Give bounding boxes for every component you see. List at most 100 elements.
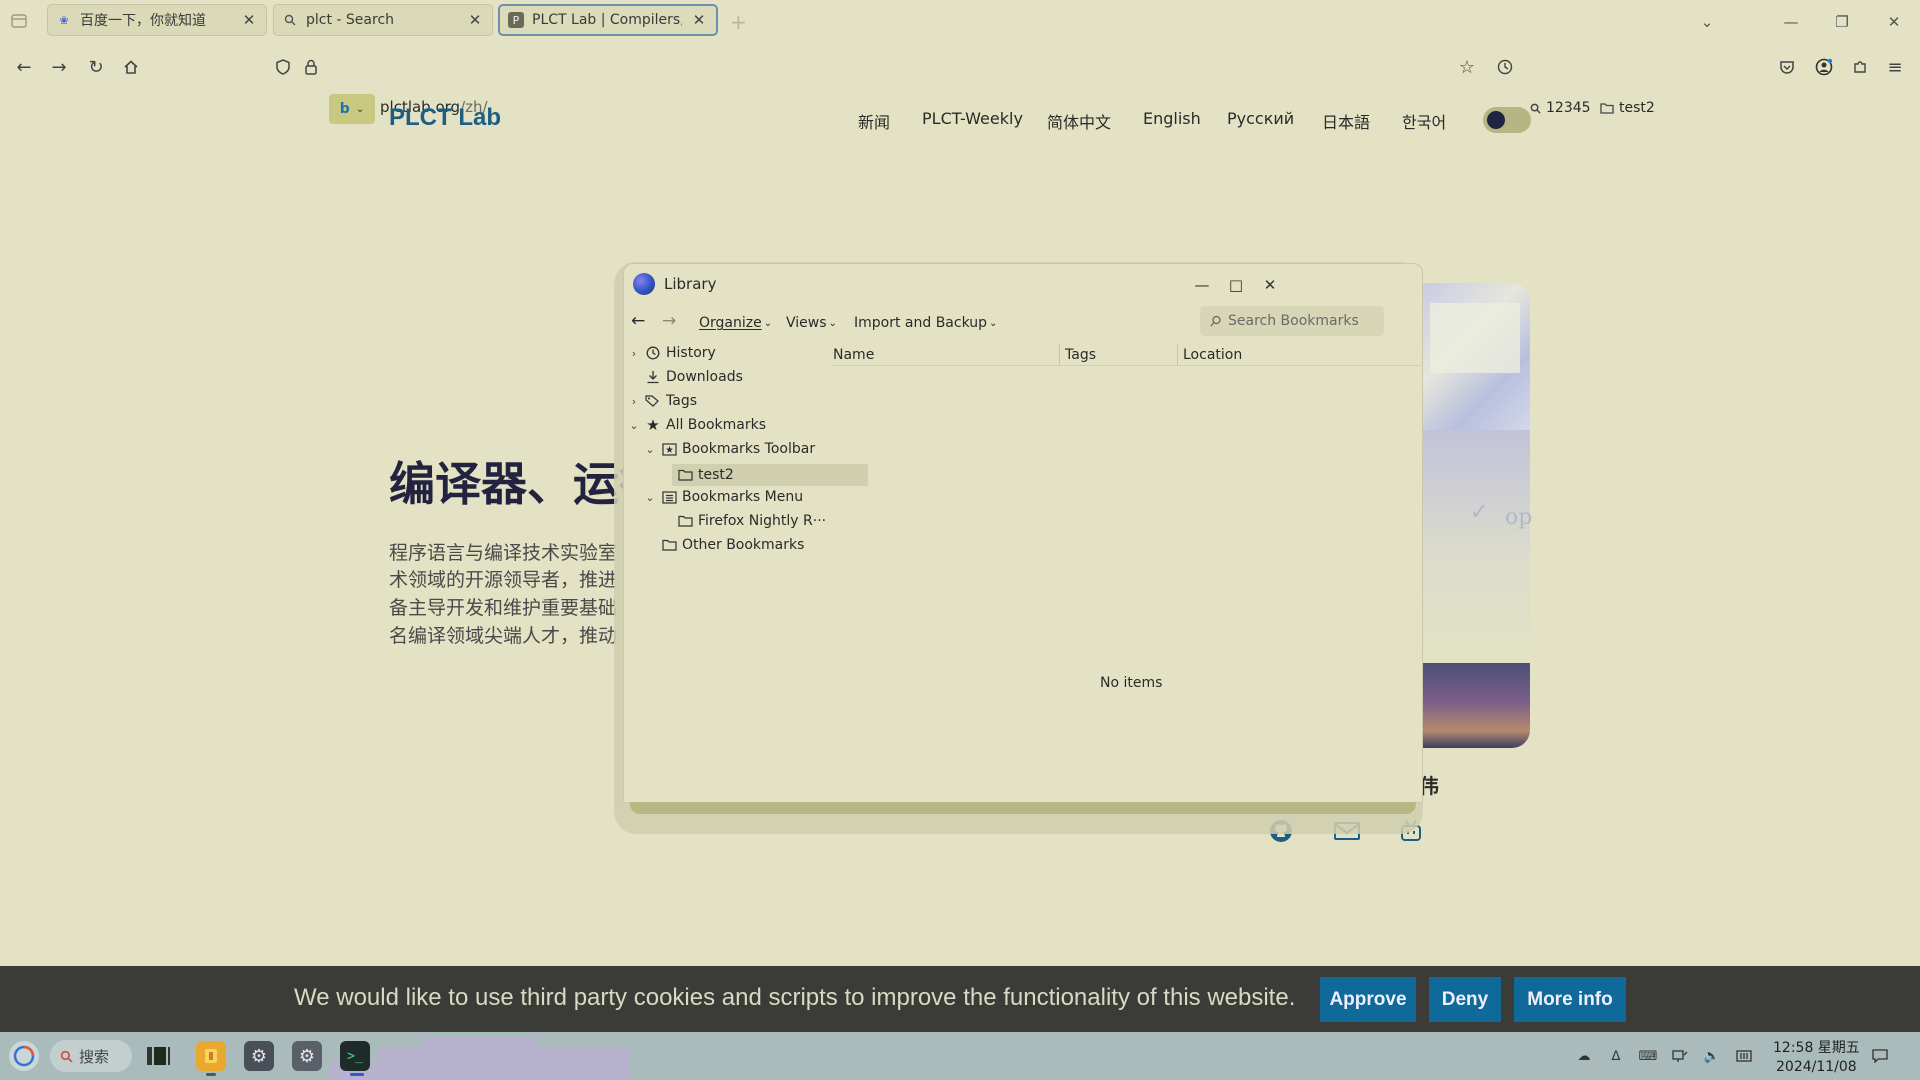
multitask-view-icon[interactable]: [143, 1041, 173, 1071]
plct-icon: P: [508, 12, 524, 28]
clock-date[interactable]: 2024/11/08: [1776, 1059, 1857, 1075]
toolbar-search-bookmark[interactable]: 12345: [1530, 100, 1591, 116]
taskbar-search[interactable]: 搜索: [50, 1040, 132, 1072]
search-icon: [1530, 103, 1541, 114]
search-engine-selector[interactable]: b ⌄: [329, 94, 375, 124]
hero-image-top: [1420, 283, 1530, 430]
tracking-shield-icon[interactable]: [268, 52, 298, 82]
battery-icon[interactable]: [1734, 1047, 1754, 1065]
hero-text-line: 程序语言与编译技术实验室: [389, 542, 618, 564]
forward-icon[interactable]: →: [44, 52, 74, 82]
tree-item-test2[interactable]: test2: [660, 464, 734, 486]
bookmark-star-icon[interactable]: ☆: [1452, 52, 1482, 82]
nav-lang-ko[interactable]: 한국어: [1402, 109, 1446, 133]
notification-icon[interactable]: [1870, 1047, 1890, 1065]
tree-label: Firefox Nightly R···: [698, 513, 827, 529]
tree-item-tags[interactable]: › Tags: [628, 390, 697, 412]
deny-button[interactable]: Deny: [1429, 977, 1501, 1022]
tree-item-history[interactable]: › History: [628, 342, 716, 364]
column-separator[interactable]: [1177, 344, 1178, 366]
volume-icon[interactable]: 🔈: [1702, 1047, 1722, 1065]
keyboard-icon[interactable]: ⌨: [1638, 1047, 1658, 1065]
input-method-icon[interactable]: ᐃ: [1606, 1047, 1626, 1065]
chevron-down-icon[interactable]: ⌄: [628, 419, 640, 432]
column-separator[interactable]: [1059, 344, 1060, 366]
nav-lang-en[interactable]: English: [1143, 109, 1201, 128]
cloud-icon[interactable]: ☁: [1574, 1047, 1594, 1065]
minimize-icon[interactable]: —: [1191, 274, 1213, 296]
paw-icon: ❀: [59, 13, 69, 27]
tab-baidu[interactable]: ❀ 百度一下，你就知道 ✕: [47, 4, 267, 36]
more-info-button[interactable]: More info: [1514, 977, 1626, 1022]
organize-menu[interactable]: Organize ⌄: [699, 315, 772, 331]
column-header-location[interactable]: Location: [1179, 344, 1419, 366]
tab-plct-lab[interactable]: P PLCT Lab | Compilers, Run ✕: [498, 4, 718, 36]
tab-overflow-chevron-icon[interactable]: ⌄: [1693, 10, 1721, 34]
tree-item-firefox-nightly[interactable]: Firefox Nightly R···: [660, 510, 826, 532]
menu-icon[interactable]: ≡: [1880, 52, 1910, 82]
column-header-name[interactable]: Name: [829, 344, 1059, 366]
back-icon[interactable]: ←: [9, 52, 39, 82]
bookmark-search-input[interactable]: Search Bookmarks: [1200, 306, 1384, 336]
nav-lang-zh[interactable]: 简体中文: [1047, 109, 1111, 133]
account-icon[interactable]: [1809, 52, 1839, 82]
extensions-icon[interactable]: [1845, 52, 1875, 82]
nav-news[interactable]: 新闻: [858, 109, 890, 133]
tree-label: Other Bookmarks: [682, 537, 805, 553]
hero-text-line: 名编译领域尖端人才，推动: [389, 625, 618, 647]
search-placeholder: Search Bookmarks: [1228, 313, 1359, 329]
tree-item-bookmarks-toolbar[interactable]: ⌄ Bookmarks Toolbar: [644, 438, 815, 460]
views-label: Views: [786, 315, 827, 331]
tab-list-icon[interactable]: [10, 12, 28, 30]
settings-gear-icon[interactable]: ⚙: [244, 1041, 274, 1071]
maximize-icon[interactable]: □: [1225, 274, 1247, 296]
nav-lang-ru[interactable]: Русский: [1227, 109, 1294, 128]
chevron-right-icon[interactable]: ›: [628, 347, 640, 360]
toolbar-folder-bookmark[interactable]: test2: [1600, 100, 1655, 116]
launcher-icon[interactable]: [9, 1041, 39, 1071]
library-titlebar[interactable]: Library — □ ✕: [624, 264, 1422, 304]
minimize-icon[interactable]: —: [1777, 10, 1805, 34]
chevron-down-icon[interactable]: ⌄: [644, 443, 656, 456]
back-icon[interactable]: ←: [631, 311, 645, 331]
nav-lang-ja[interactable]: 日本語: [1322, 109, 1370, 133]
download-icon: [645, 369, 661, 385]
network-icon[interactable]: [1670, 1047, 1690, 1065]
wallpaper-shape: [330, 1060, 630, 1080]
approve-button[interactable]: Approve: [1320, 977, 1416, 1022]
history-clock-icon[interactable]: [1490, 52, 1520, 82]
tree-item-bookmarks-menu[interactable]: ⌄ Bookmarks Menu: [644, 486, 803, 508]
column-header-tags[interactable]: Tags: [1061, 344, 1176, 366]
chevron-down-icon: ⌄: [989, 317, 998, 329]
nav-plct-weekly[interactable]: PLCT-Weekly: [922, 109, 1023, 128]
tree-item-other-bookmarks[interactable]: Other Bookmarks: [644, 534, 804, 556]
restore-icon[interactable]: ❐: [1828, 10, 1856, 34]
pocket-icon[interactable]: [1772, 52, 1802, 82]
tab-plct-search[interactable]: plct - Search ✕: [273, 4, 493, 36]
close-icon[interactable]: ✕: [240, 11, 258, 29]
reload-icon[interactable]: ↻: [81, 52, 111, 82]
chevron-right-icon[interactable]: ›: [628, 395, 640, 408]
taskbar-search-label: 搜索: [79, 1047, 110, 1066]
running-indicator: [206, 1073, 216, 1076]
import-backup-menu[interactable]: Import and Backup ⌄: [854, 315, 997, 331]
home-icon[interactable]: [116, 52, 146, 82]
tree-item-all-bookmarks[interactable]: ⌄ ★ All Bookmarks: [628, 414, 766, 436]
lock-icon[interactable]: [296, 52, 326, 82]
forward-icon[interactable]: →: [662, 311, 676, 331]
system-settings-icon[interactable]: ⚙: [292, 1041, 322, 1071]
terminal-icon[interactable]: >_: [340, 1041, 370, 1071]
chevron-down-icon[interactable]: ⌄: [644, 491, 656, 504]
site-logo[interactable]: PLCT Lab: [389, 104, 501, 132]
close-icon[interactable]: ✕: [1259, 274, 1281, 296]
tree-item-downloads[interactable]: Downloads: [628, 366, 743, 388]
close-window-icon[interactable]: ✕: [1880, 10, 1908, 34]
import-backup-label: Import and Backup: [854, 315, 988, 331]
close-icon[interactable]: ✕: [466, 11, 484, 29]
clock-time[interactable]: 12:58 星期五: [1773, 1037, 1860, 1057]
app-store-icon[interactable]: [196, 1041, 226, 1071]
new-tab-button[interactable]: +: [730, 10, 747, 34]
tree-label: Bookmarks Toolbar: [682, 441, 816, 457]
close-icon[interactable]: ✕: [690, 11, 708, 29]
views-menu[interactable]: Views ⌄: [786, 315, 837, 331]
